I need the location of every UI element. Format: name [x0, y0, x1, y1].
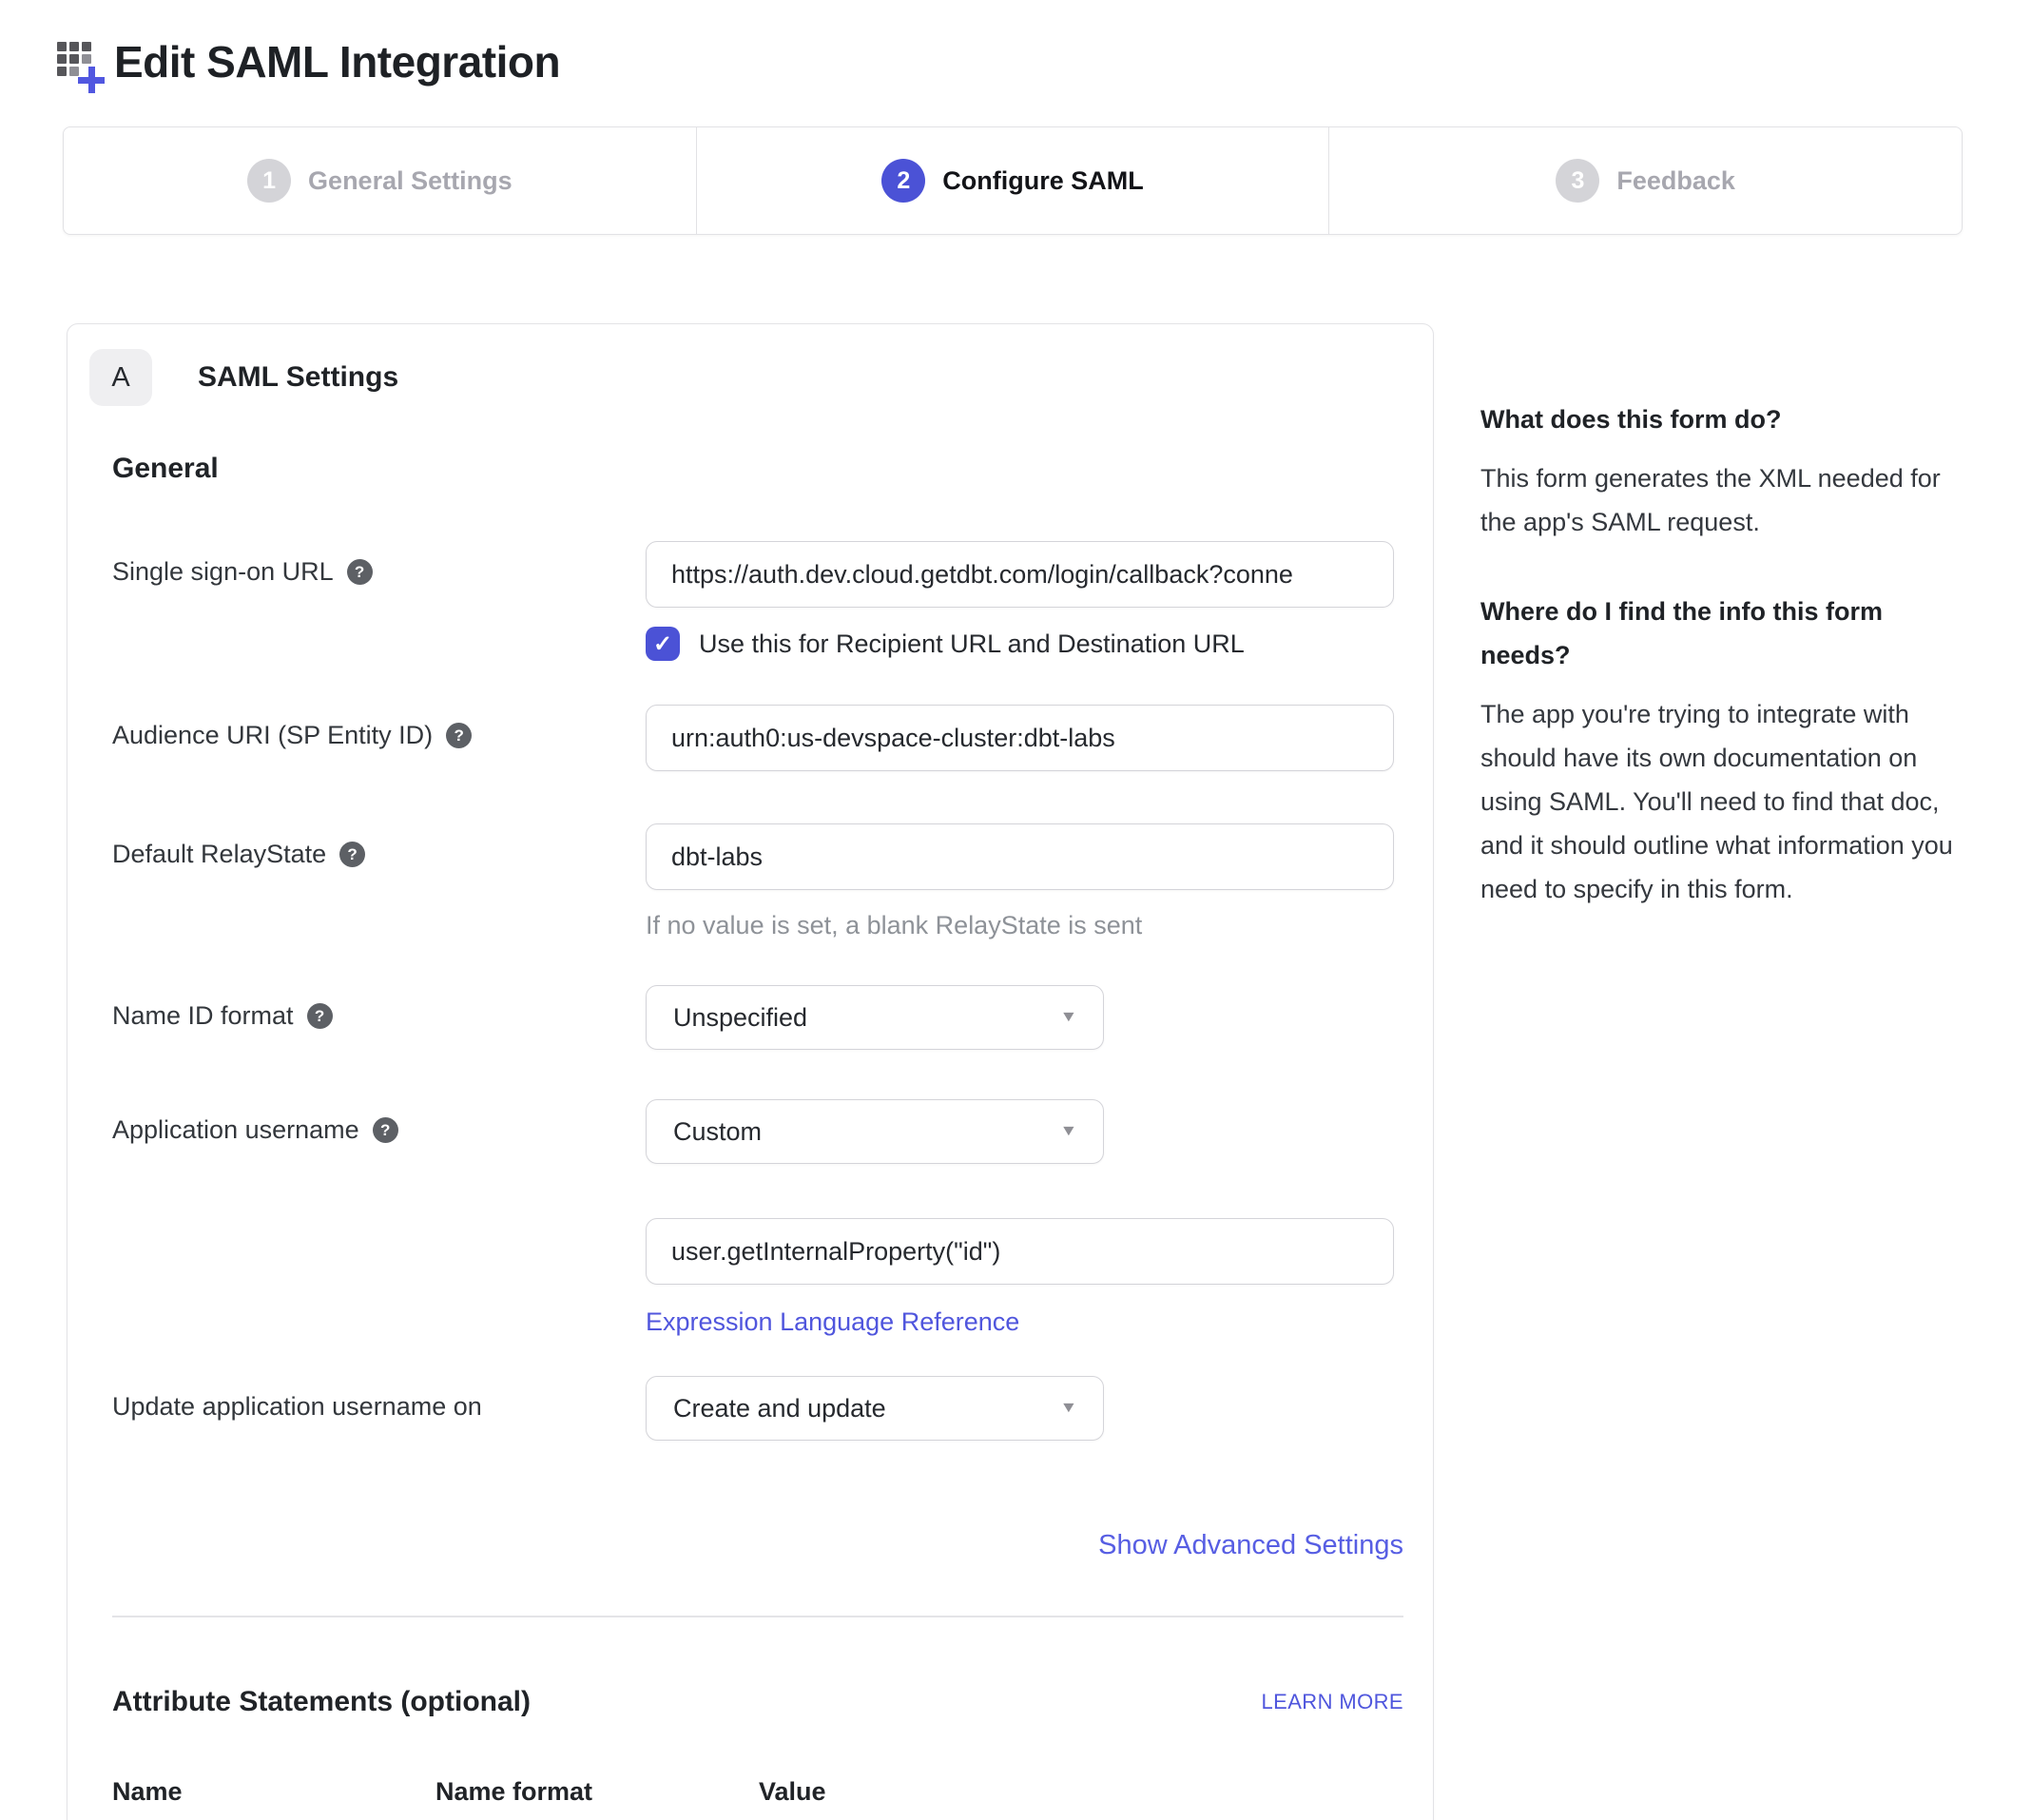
- attribute-statements-heading: Attribute Statements (optional): [112, 1686, 531, 1718]
- column-header-value: Value: [759, 1777, 826, 1807]
- page-header: Edit SAML Integration: [57, 34, 560, 97]
- help-icon[interactable]: ?: [446, 723, 472, 748]
- expression-language-reference-link[interactable]: Expression Language Reference: [646, 1307, 1019, 1337]
- sidebar-heading-where: Where do I find the info this form needs…: [1480, 590, 1975, 677]
- plus-icon: [78, 67, 105, 93]
- audience-uri-label: Audience URI (SP Entity ID): [112, 721, 433, 750]
- sso-url-input[interactable]: [646, 541, 1394, 608]
- custom-expression-input[interactable]: [646, 1218, 1394, 1285]
- application-username-select[interactable]: Custom ▼: [646, 1099, 1104, 1164]
- column-header-name: Name: [112, 1777, 435, 1807]
- step-label: Configure SAML: [942, 166, 1143, 196]
- wizard-step-feedback[interactable]: 3 Feedback: [1328, 127, 1962, 234]
- help-icon[interactable]: ?: [373, 1117, 398, 1143]
- step-label: General Settings: [308, 166, 513, 196]
- update-application-username-label: Update application username on: [112, 1392, 482, 1422]
- chevron-down-icon: ▼: [1060, 1400, 1078, 1417]
- learn-more-link[interactable]: LEARN MORE: [1262, 1690, 1403, 1714]
- recipient-url-checkbox-label: Use this for Recipient URL and Destinati…: [699, 629, 1245, 659]
- help-icon[interactable]: ?: [339, 842, 365, 867]
- name-id-format-label-wrap: Name ID format ?: [112, 985, 646, 1031]
- column-header-name-format: Name format: [435, 1777, 759, 1807]
- name-id-format-value: Unspecified: [673, 1003, 807, 1033]
- step-number-badge: 1: [247, 159, 291, 203]
- step-number-badge: 3: [1556, 159, 1599, 203]
- advanced-settings-row: Show Advanced Settings: [112, 1530, 1403, 1561]
- checkbox-checked-icon[interactable]: ✓: [646, 627, 680, 661]
- sso-url-row: Single sign-on URL ? ✓ Use this for Reci…: [112, 541, 1394, 661]
- chevron-down-icon: ▼: [1060, 1123, 1078, 1140]
- help-icon[interactable]: ?: [347, 559, 373, 585]
- step-label: Feedback: [1616, 166, 1735, 196]
- page-title: Edit SAML Integration: [114, 34, 560, 89]
- name-id-format-row: Name ID format ? Unspecified ▼: [112, 985, 1104, 1050]
- relay-state-input[interactable]: [646, 823, 1394, 890]
- custom-expression-row: Expression Language Reference: [112, 1218, 1394, 1337]
- wizard-step-configure-saml[interactable]: 2 Configure SAML: [696, 127, 1329, 234]
- section-a-badge: A: [89, 349, 152, 406]
- attribute-statements-header: Attribute Statements (optional) LEARN MO…: [112, 1686, 1403, 1718]
- application-username-label-wrap: Application username ?: [112, 1099, 646, 1145]
- wizard-steps-bar: 1 General Settings 2 Configure SAML 3 Fe…: [63, 126, 1963, 235]
- show-advanced-settings-link[interactable]: Show Advanced Settings: [1098, 1530, 1403, 1560]
- name-id-format-select[interactable]: Unspecified ▼: [646, 985, 1104, 1050]
- sso-url-label-wrap: Single sign-on URL ?: [112, 541, 646, 587]
- application-username-row: Application username ? Custom ▼: [112, 1099, 1104, 1164]
- wizard-step-general-settings[interactable]: 1 General Settings: [64, 127, 696, 234]
- application-username-value: Custom: [673, 1117, 762, 1147]
- sso-url-label: Single sign-on URL: [112, 557, 334, 587]
- sidebar-body-where: The app you're trying to integrate with …: [1480, 692, 1975, 911]
- custom-expression-spacer: [112, 1218, 646, 1234]
- section-header: A SAML Settings: [89, 349, 398, 406]
- relay-state-label: Default RelayState: [112, 840, 326, 869]
- application-username-label: Application username: [112, 1115, 359, 1145]
- update-application-username-row: Update application username on Create an…: [112, 1376, 1104, 1441]
- audience-uri-row: Audience URI (SP Entity ID) ?: [112, 705, 1394, 771]
- attribute-statements-column-headers: Name Name format Value: [112, 1777, 1403, 1807]
- chevron-down-icon: ▼: [1060, 1009, 1078, 1026]
- saml-settings-card: A SAML Settings General Single sign-on U…: [67, 323, 1434, 1820]
- recipient-url-checkbox-row: ✓ Use this for Recipient URL and Destina…: [646, 627, 1394, 661]
- update-application-username-value: Create and update: [673, 1394, 886, 1423]
- help-sidebar: What does this form do? This form genera…: [1480, 397, 1975, 957]
- relay-state-row: Default RelayState ? If no value is set,…: [112, 823, 1394, 940]
- sidebar-body-what: This form generates the XML needed for t…: [1480, 456, 1975, 544]
- relay-state-label-wrap: Default RelayState ?: [112, 823, 646, 869]
- update-application-username-label-wrap: Update application username on: [112, 1376, 646, 1422]
- update-application-username-select[interactable]: Create and update ▼: [646, 1376, 1104, 1441]
- section-title: SAML Settings: [198, 361, 398, 394]
- audience-uri-input[interactable]: [646, 705, 1394, 771]
- section-divider: [112, 1616, 1403, 1617]
- step-number-badge: 2: [881, 159, 925, 203]
- app-grid-plus-icon: [57, 42, 106, 97]
- relay-state-helper-text: If no value is set, a blank RelayState i…: [646, 911, 1394, 940]
- help-icon[interactable]: ?: [307, 1003, 333, 1029]
- general-heading: General: [112, 453, 219, 485]
- audience-uri-label-wrap: Audience URI (SP Entity ID) ?: [112, 705, 646, 750]
- sidebar-heading-what: What does this form do?: [1480, 397, 1975, 441]
- name-id-format-label: Name ID format: [112, 1001, 294, 1031]
